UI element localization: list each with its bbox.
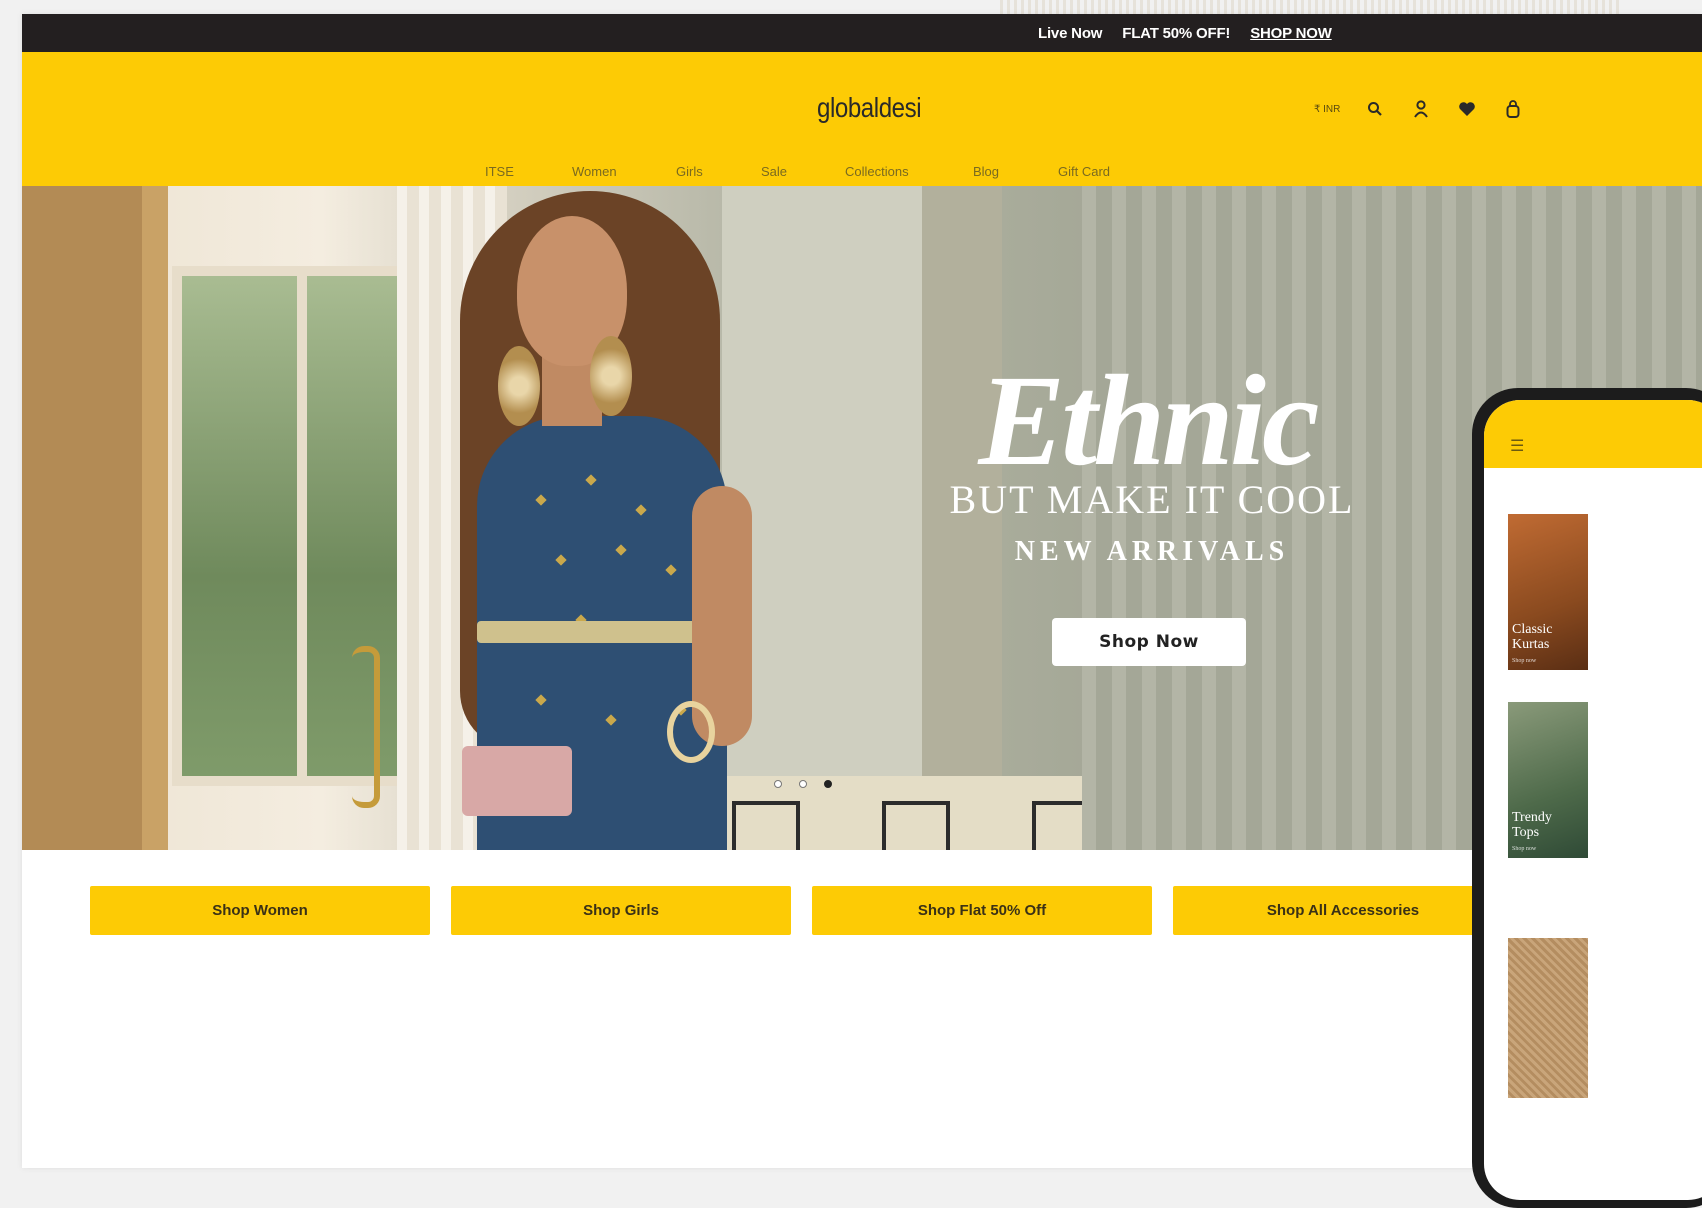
announcement-live: Live Now xyxy=(1038,24,1103,42)
announcement-offer: FLAT 50% OFF! xyxy=(1122,24,1231,42)
announcement-shop-now-link[interactable]: SHOP NOW xyxy=(1250,25,1332,42)
website-frame: Live Now FLAT 50% OFF! SHOP NOW globalde… xyxy=(22,14,1702,1168)
nav-item-itse[interactable]: ITSE xyxy=(485,164,514,179)
mobile-card-link: Shop now xyxy=(1512,658,1537,664)
shop-women-button[interactable]: Shop Women xyxy=(90,886,430,935)
carousel-dot-1[interactable] xyxy=(774,780,782,788)
nav-item-collections[interactable]: Collections xyxy=(845,164,909,179)
mobile-card-title-line2: Tops xyxy=(1512,825,1540,840)
hero-banner: Ethnic BUT MAKE IT COOL NEW ARRIVALS Sho… xyxy=(22,186,1702,850)
carousel-indicators xyxy=(774,780,832,788)
mobile-card-classic-kurtas[interactable]: Classic Kurtas Shop now xyxy=(1508,514,1588,670)
announcement-bar: Live Now FLAT 50% OFF! SHOP NOW xyxy=(22,14,1702,52)
hero-title: Ethnic xyxy=(978,349,1319,493)
nav-item-sale[interactable]: Sale xyxy=(761,164,787,179)
mobile-card-image[interactable] xyxy=(1508,938,1588,1098)
hero-door-handle xyxy=(352,646,380,808)
nav-item-girls[interactable]: Girls xyxy=(676,164,703,179)
header-actions: ₹ INR xyxy=(1314,94,1524,124)
user-icon[interactable] xyxy=(1410,98,1432,120)
hero-background-door xyxy=(142,186,168,850)
hero-shop-now-button[interactable]: Shop Now xyxy=(1052,618,1246,666)
mobile-preview-screen: ☰ Classic Kurtas Shop now Trendy Tops Shop… xyxy=(1484,400,1702,1200)
currency-selector[interactable]: ₹ INR xyxy=(1314,104,1340,115)
mobile-preview-phone: ☰ Classic Kurtas Shop now Trendy Tops Shop… xyxy=(1472,388,1702,1208)
nav-item-blog[interactable]: Blog xyxy=(973,164,999,179)
shop-girls-button[interactable]: Shop Girls xyxy=(451,886,791,935)
bag-icon[interactable] xyxy=(1502,98,1524,120)
mobile-card-link: Shop now xyxy=(1512,846,1537,852)
background-pattern xyxy=(1000,0,1620,14)
hero-subtitle: BUT MAKE IT COOL xyxy=(949,477,1355,522)
nav-item-gift-card[interactable]: Gift Card xyxy=(1058,164,1110,179)
nav-item-women[interactable]: Women xyxy=(572,164,617,179)
site-logo[interactable]: globaldesi xyxy=(817,92,922,124)
wishlist-icon[interactable] xyxy=(1456,98,1478,120)
site-header: globaldesi ₹ INR ITSE Women Girls Sale C… xyxy=(22,52,1702,186)
hamburger-menu-icon[interactable]: ☰ xyxy=(1510,436,1524,456)
mobile-card-title-line2: Kurtas xyxy=(1512,637,1550,652)
carousel-dot-3[interactable] xyxy=(824,780,832,788)
search-icon[interactable] xyxy=(1364,98,1386,120)
mobile-header: ☰ xyxy=(1484,400,1702,468)
hero-tagline: NEW ARRIVALS xyxy=(1014,536,1290,567)
mobile-card-trendy-tops[interactable]: Trendy Tops Shop now xyxy=(1508,702,1588,858)
carousel-dot-2[interactable] xyxy=(799,780,807,788)
hero-model-image xyxy=(402,186,762,850)
shop-all-accessories-button[interactable]: Shop All Accessories xyxy=(1173,886,1513,935)
shop-flat-50-off-button[interactable]: Shop Flat 50% Off xyxy=(812,886,1152,935)
mobile-card-title-line1: Classic xyxy=(1512,622,1553,637)
mobile-card-title-line1: Trendy xyxy=(1512,810,1552,825)
